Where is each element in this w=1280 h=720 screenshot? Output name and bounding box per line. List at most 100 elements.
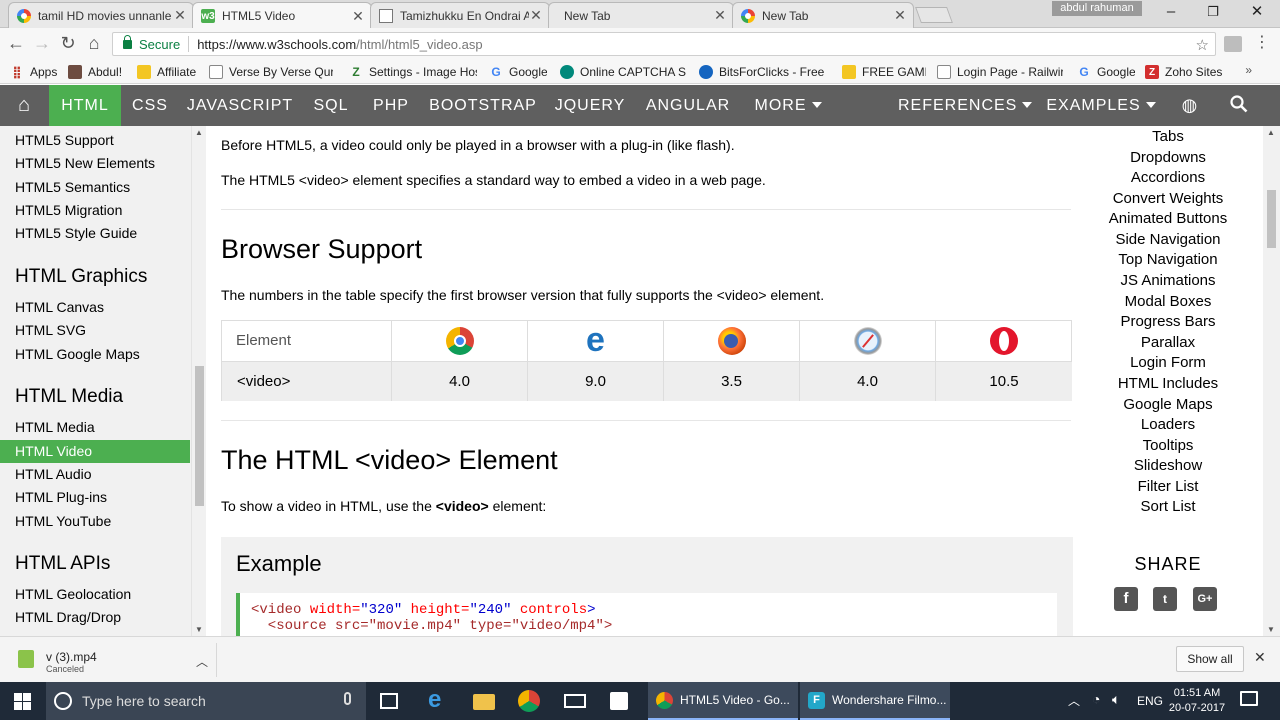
file-explorer-icon[interactable] [473, 694, 495, 710]
language-indicator[interactable]: ENG [1137, 694, 1163, 708]
scroll-down-icon[interactable]: ▼ [195, 625, 203, 634]
nav-jquery[interactable]: JQUERY [545, 85, 635, 126]
right-link-filter-list[interactable]: Filter List [1073, 478, 1263, 495]
taskbar-task-filmora[interactable]: F Wondershare Filmo... [800, 682, 950, 720]
nav-examples[interactable]: EXAMPLES [1041, 85, 1161, 126]
bookmark-star-icon[interactable]: ☆ [1196, 36, 1209, 54]
right-link-tooltips[interactable]: Tooltips [1073, 437, 1263, 454]
nav-php[interactable]: PHP [361, 85, 421, 126]
scroll-down-icon[interactable]: ▼ [1267, 625, 1275, 634]
browser-tab[interactable]: New Tab ✕ [548, 2, 734, 28]
home-icon[interactable]: ⌂ [84, 34, 104, 54]
nav-css[interactable]: CSS [121, 85, 179, 126]
twitter-icon[interactable]: t [1153, 587, 1177, 611]
address-bar[interactable]: Secure https://www.w3schools.com/html/ht… [112, 32, 1216, 56]
sidebar-item-html5-new-elements[interactable]: HTML5 New Elements [15, 155, 155, 171]
bookmark-item[interactable]: Z Zoho Sites [1145, 63, 1225, 81]
close-icon[interactable]: ✕ [351, 8, 365, 25]
facebook-icon[interactable]: f [1114, 587, 1138, 611]
sidebar-item-html5-semantics[interactable]: HTML5 Semantics [15, 179, 130, 195]
secure-indicator[interactable]: Secure [123, 34, 180, 52]
bookmark-item[interactable]: Verse By Verse Quran [209, 63, 333, 81]
right-link-sort-list[interactable]: Sort List [1073, 498, 1263, 515]
nav-html[interactable]: HTML [49, 85, 121, 126]
sidebar-item-html-svg[interactable]: HTML SVG [15, 322, 86, 338]
right-link-top-navigation[interactable]: Top Navigation [1073, 251, 1263, 268]
globe-icon[interactable]: ◍ [1170, 85, 1210, 126]
home-icon[interactable]: ⌂ [0, 85, 49, 126]
nav-more[interactable]: MORE [741, 85, 835, 126]
right-link-slideshow[interactable]: Slideshow [1073, 457, 1263, 474]
bookmark-item[interactable]: Z Settings - Image Host [349, 63, 477, 81]
right-link-loaders[interactable]: Loaders [1073, 416, 1263, 433]
nav-bootstrap[interactable]: BOOTSTRAP [421, 85, 545, 126]
right-link-parallax[interactable]: Parallax [1073, 334, 1263, 351]
bookmark-item[interactable]: BitsForClicks - Free Bi [699, 63, 827, 81]
microphone-icon[interactable] [344, 692, 351, 705]
right-link-login-form[interactable]: Login Form [1073, 354, 1263, 371]
browser-tab[interactable]: New Tab ✕ [732, 2, 914, 28]
bookmark-item[interactable]: Online CAPTCHA Sol [560, 63, 686, 81]
close-icon[interactable]: ✕ [173, 7, 187, 24]
close-icon[interactable]: ✕ [1254, 649, 1266, 666]
chrome-menu-icon[interactable]: ⋮ [1254, 34, 1270, 52]
right-link-google-maps[interactable]: Google Maps [1073, 396, 1263, 413]
search-icon[interactable] [1218, 85, 1260, 126]
chevron-up-icon[interactable]: ︿ [1068, 692, 1080, 709]
sidebar-item-html5-style-guide[interactable]: HTML5 Style Guide [15, 225, 137, 241]
sidebar-item-html5-support[interactable]: HTML5 Support [15, 132, 114, 148]
back-icon[interactable]: ← [6, 34, 26, 54]
chrome-icon[interactable] [518, 690, 540, 712]
forward-icon[interactable]: → [32, 34, 52, 54]
system-clock[interactable]: 01:51 AM 20-07-2017 [1168, 686, 1226, 716]
right-link-accordions[interactable]: Accordions [1073, 169, 1263, 186]
edge-icon[interactable]: e [428, 688, 450, 712]
nav-javascript[interactable]: JAVASCRIPT [179, 85, 301, 126]
taskbar-search[interactable]: Type here to search [46, 682, 366, 720]
right-link-progress-bars[interactable]: Progress Bars [1073, 313, 1263, 330]
browser-tab[interactable]: tamil HD movies unnanle ✕ [8, 2, 194, 28]
bookmark-item[interactable]: G Google [1077, 63, 1135, 81]
show-all-button[interactable]: Show all [1176, 646, 1244, 672]
right-link-tabs[interactable]: Tabs [1073, 128, 1263, 145]
sidebar-item-html-canvas[interactable]: HTML Canvas [15, 299, 104, 315]
taskbar-task-chrome[interactable]: HTML5 Video - Go... [648, 682, 798, 720]
minimize-icon[interactable]: – [1150, 0, 1192, 26]
scrollbar-thumb[interactable] [1267, 190, 1276, 248]
google-plus-icon[interactable]: G+ [1193, 587, 1217, 611]
right-link-side-navigation[interactable]: Side Navigation [1073, 231, 1263, 248]
sidebar-item-html-audio[interactable]: HTML Audio [15, 466, 92, 482]
close-icon[interactable]: ✕ [529, 7, 543, 24]
right-link-js-animations[interactable]: JS Animations [1073, 272, 1263, 289]
sidebar-item-html-media[interactable]: HTML Media [15, 419, 95, 435]
extension-icon[interactable] [1224, 36, 1242, 52]
nav-references[interactable]: REFERENCES [898, 85, 1033, 126]
nav-angular[interactable]: ANGULAR [635, 85, 741, 126]
profile-name[interactable]: abdul rahuman [1052, 1, 1142, 16]
notifications-icon[interactable] [1240, 691, 1258, 706]
download-item[interactable]: v (3).mp4 Canceled ︿ [10, 645, 210, 675]
task-view-icon[interactable] [380, 693, 398, 709]
sidebar-item-html-video[interactable]: HTML Video [0, 440, 190, 463]
right-link-convert-weights[interactable]: Convert Weights [1073, 190, 1263, 207]
right-link-dropdowns[interactable]: Dropdowns [1073, 149, 1263, 166]
sidebar-item-html-google-maps[interactable]: HTML Google Maps [15, 346, 140, 362]
bookmark-item[interactable]: G Google [489, 63, 547, 81]
volume-icon[interactable]: 🔈︎ [1112, 691, 1120, 708]
close-icon[interactable]: ✕ [713, 7, 727, 24]
bookmark-folder[interactable]: FREE GAMES [842, 63, 926, 81]
browser-tab-active[interactable]: w3 HTML5 Video ✕ [192, 2, 372, 29]
page-scrollbar[interactable]: ▲ ▼ [1263, 126, 1280, 636]
right-link-animated-buttons[interactable]: Animated Buttons [1073, 210, 1263, 227]
windows-start-icon[interactable] [0, 682, 46, 720]
bookmarks-more-button[interactable]: » [1245, 63, 1252, 77]
right-link-html-includes[interactable]: HTML Includes [1073, 375, 1263, 392]
close-window-icon[interactable]: ✕ [1236, 0, 1278, 26]
store-icon[interactable] [610, 692, 628, 710]
scroll-up-icon[interactable]: ▲ [195, 128, 203, 137]
sidebar-item-html-drag-drop[interactable]: HTML Drag/Drop [15, 609, 121, 625]
bookmark-apps[interactable]: ⣿ Apps [10, 63, 66, 81]
bookmark-folder[interactable]: Affiliate [137, 63, 201, 81]
mail-icon[interactable] [564, 694, 586, 708]
reload-icon[interactable]: ↻ [58, 34, 78, 54]
